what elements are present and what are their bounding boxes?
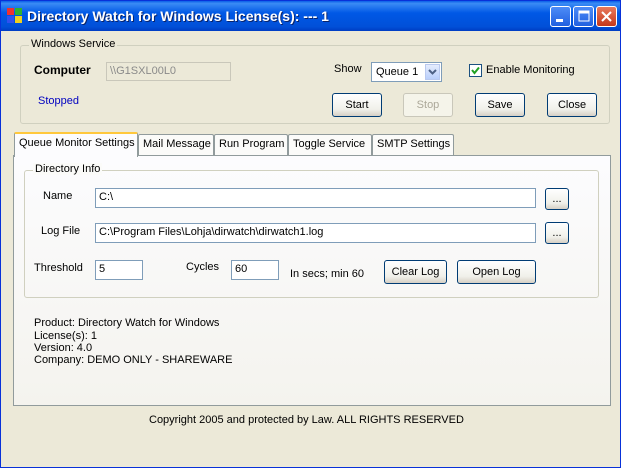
open-log-button[interactable]: Open Log <box>457 260 536 284</box>
app-icon <box>7 8 22 23</box>
maximize-button[interactable] <box>573 6 594 27</box>
start-button[interactable]: Start <box>332 93 382 117</box>
threshold-field[interactable]: 5 <box>95 260 143 280</box>
window-title: Directory Watch for Windows License(s): … <box>27 8 329 24</box>
tab-queue-monitor-settings[interactable]: Queue Monitor Settings <box>14 132 138 157</box>
maximize-icon <box>578 10 590 22</box>
windows-service-legend: Windows Service <box>29 38 118 50</box>
browse-logfile-button[interactable]: ... <box>545 222 569 244</box>
cycles-hint-text: In secs; min 60 <box>290 268 364 280</box>
enable-monitoring-label: Enable Monitoring <box>486 64 575 76</box>
browse-directory-button[interactable]: ... <box>545 188 569 210</box>
main-window: Directory Watch for Windows License(s): … <box>0 0 621 468</box>
stop-button[interactable]: Stop <box>403 93 453 117</box>
dropdown-arrow-icon[interactable] <box>425 64 440 80</box>
show-label: Show <box>334 63 362 75</box>
clear-log-button[interactable]: Clear Log <box>384 260 447 284</box>
log-file-field[interactable]: C:\Program Files\Lohja\dirwatch\dirwatch… <box>95 223 536 243</box>
name-label: Name <box>43 190 73 202</box>
copyright-text: Copyright 2005 and protected by Law. ALL… <box>149 414 464 426</box>
checkmark-icon <box>471 66 480 75</box>
title-bar[interactable]: Directory Watch for Windows License(s): … <box>1 1 620 31</box>
queue-select-value: Queue 1 <box>376 66 419 78</box>
computer-label: Computer <box>34 63 91 77</box>
close-window-button[interactable] <box>596 6 617 27</box>
tab-run-program[interactable]: Run Program <box>214 134 288 155</box>
service-status-text: Stopped <box>38 95 79 107</box>
queue-select[interactable]: Queue 1 <box>371 62 442 82</box>
tab-toggle-service[interactable]: Toggle Service <box>288 134 372 155</box>
enable-monitoring-checkbox[interactable] <box>469 64 482 77</box>
directory-info-legend: Directory Info <box>33 163 103 175</box>
directory-name-field[interactable]: C:\ <box>95 188 536 208</box>
cycles-label: Cycles <box>186 261 220 273</box>
threshold-label: Threshold <box>34 262 83 274</box>
minimize-icon <box>556 19 563 22</box>
product-info-text: Product: Directory Watch for Windows <box>34 317 220 329</box>
cycles-field[interactable]: 60 <box>231 260 279 280</box>
tab-mail-message[interactable]: Mail Message <box>138 134 214 155</box>
computer-field[interactable]: \\G1SXL00L0 <box>106 62 231 81</box>
company-info-text: Company: DEMO ONLY - SHAREWARE <box>34 354 233 366</box>
close-icon <box>601 11 612 22</box>
logfile-label: Log File <box>41 225 81 237</box>
license-info-text: License(s): 1 <box>34 330 97 342</box>
tab-smtp-settings[interactable]: SMTP Settings <box>372 134 454 155</box>
minimize-button[interactable] <box>550 6 571 27</box>
close-button[interactable]: Close <box>547 93 597 117</box>
version-info-text: Version: 4.0 <box>34 342 93 354</box>
save-button[interactable]: Save <box>475 93 525 117</box>
